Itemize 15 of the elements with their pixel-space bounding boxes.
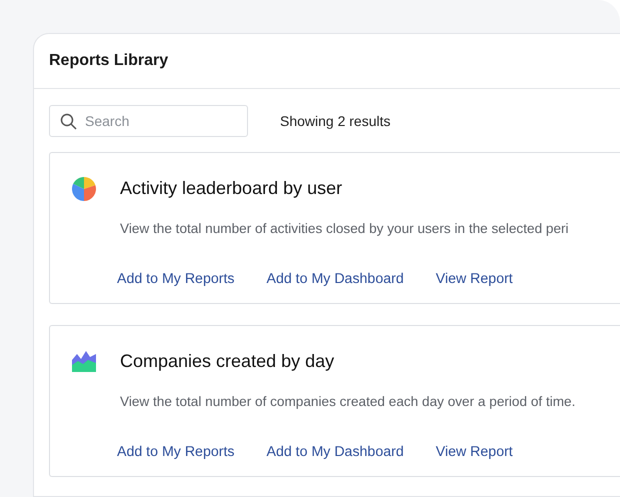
action-link[interactable]: View Report [436, 442, 513, 464]
action-link[interactable]: Add to My Reports [117, 269, 234, 291]
report-description: View the total number of companies created each day over a period of time. [120, 393, 576, 411]
results-count: Showing 2 results [280, 112, 391, 131]
action-link[interactable]: Add to My Dashboard [266, 269, 404, 291]
action-link[interactable]: View Report [436, 269, 513, 291]
area-chart-icon [72, 351, 96, 372]
report-title: Activity leaderboard by user [120, 177, 342, 200]
search-field[interactable]: Search [49, 105, 248, 137]
report-description: View the total number of activities closed by your users in the selected peri [120, 220, 570, 238]
report-title: Companies created by day [120, 350, 334, 373]
pie-chart-icon [72, 176, 96, 200]
action-link[interactable]: Add to My Reports [117, 442, 234, 464]
action-link[interactable]: Add to My Dashboard [266, 442, 404, 464]
panel-title: Reports Library [49, 51, 168, 71]
